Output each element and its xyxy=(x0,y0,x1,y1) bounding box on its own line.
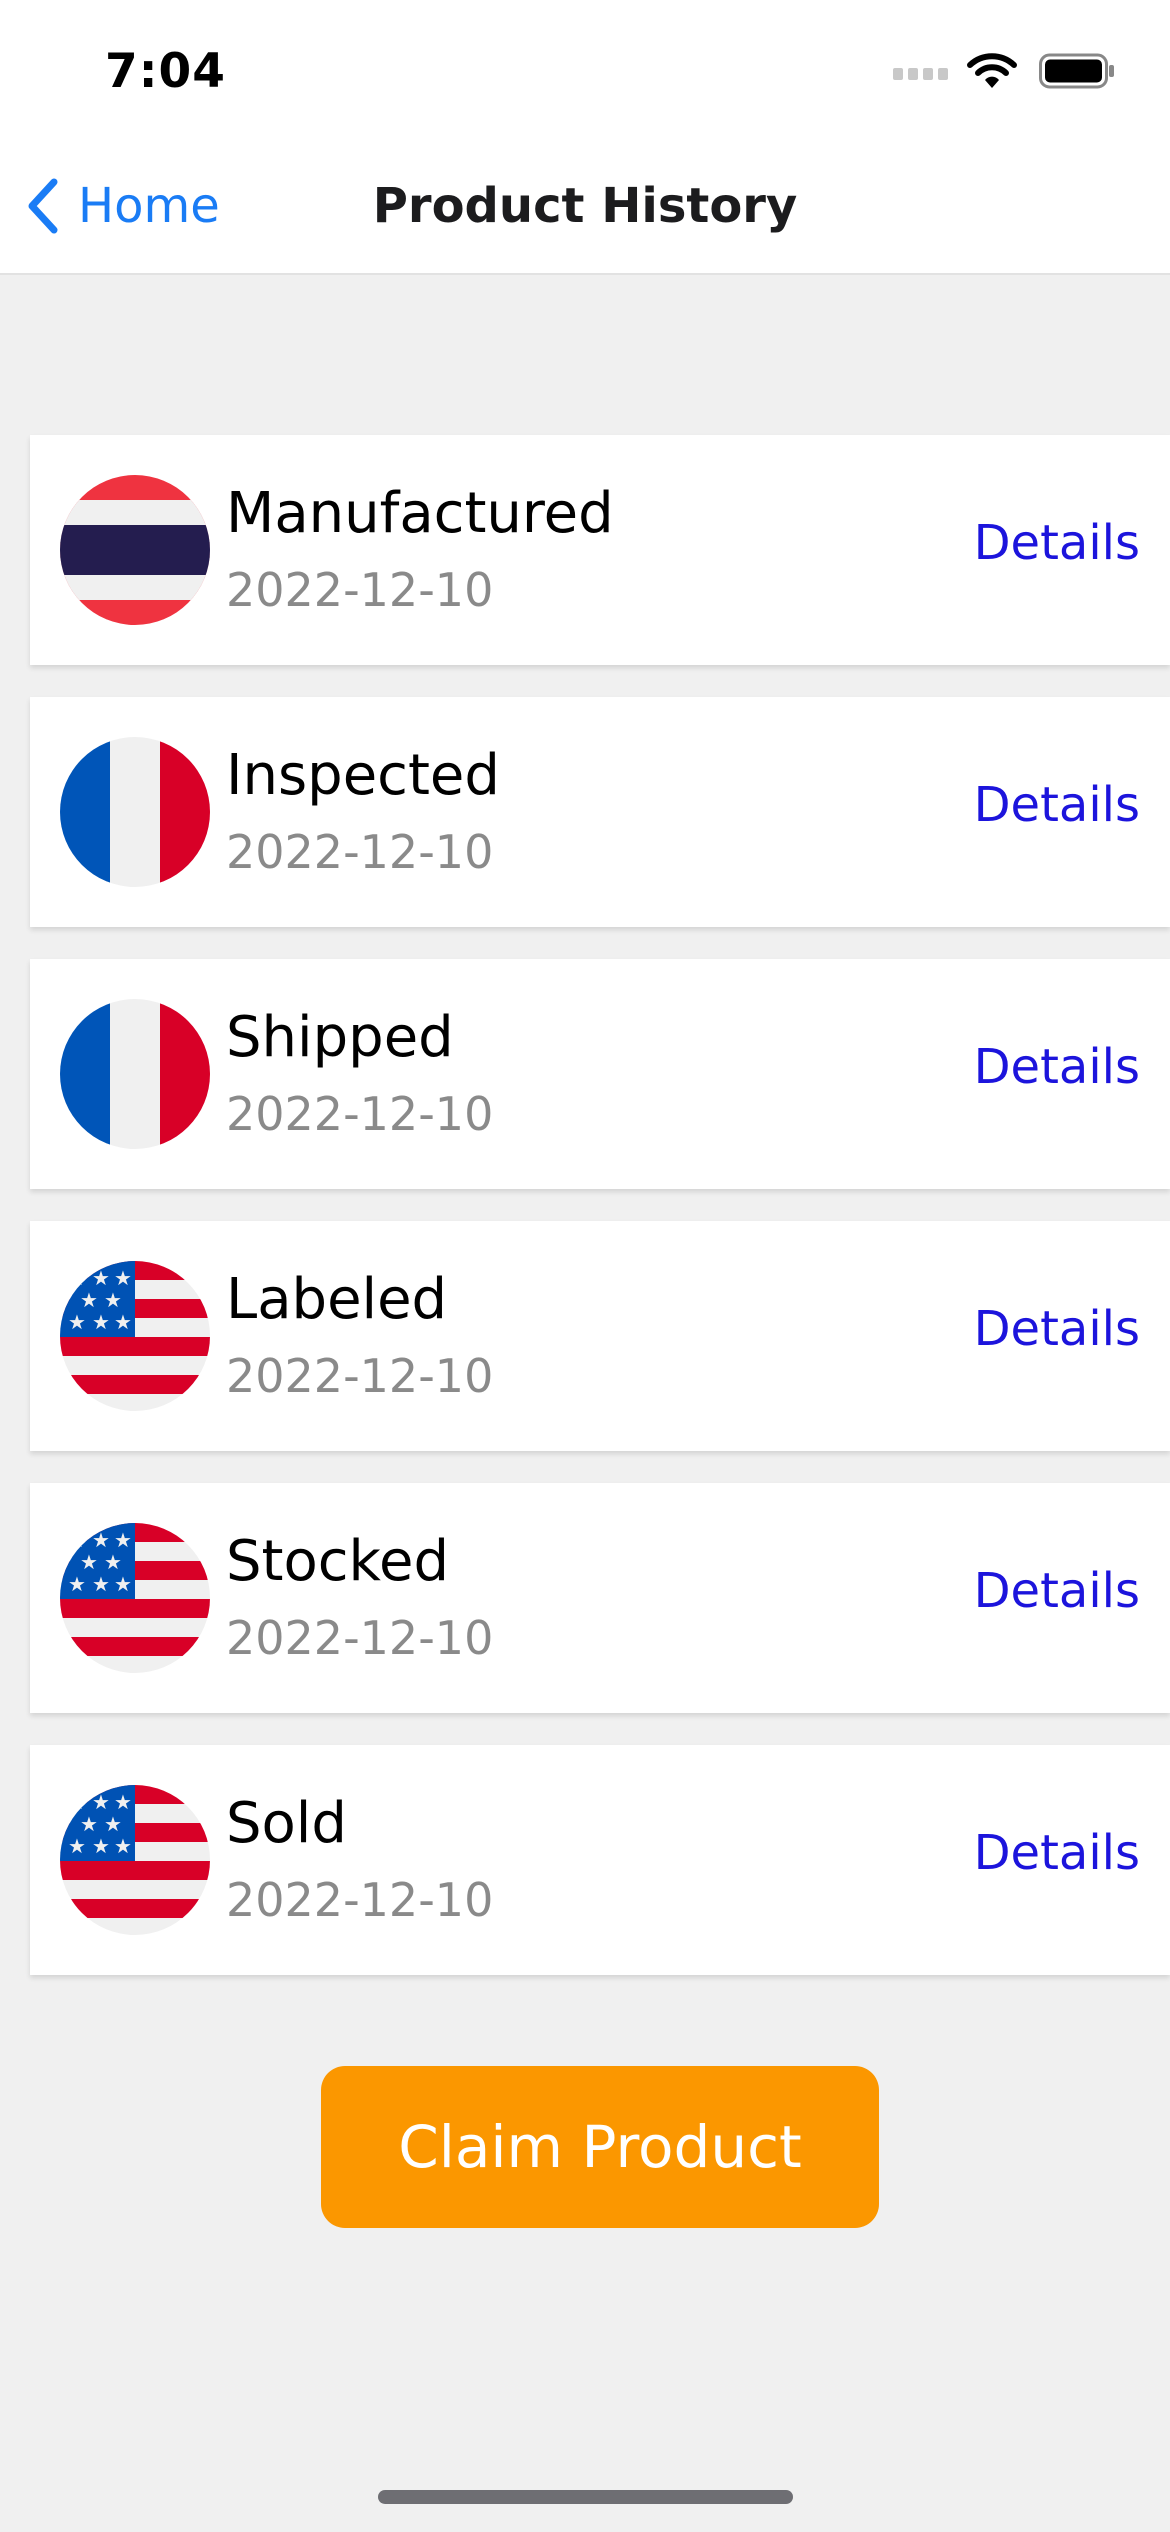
svg-text:★: ★ xyxy=(114,1834,132,1858)
details-button[interactable]: Details xyxy=(974,1301,1140,1357)
svg-text:★: ★ xyxy=(92,1834,110,1858)
product-history-list: Manufactured 2022-12-10 Details Inspecte… xyxy=(30,435,1170,2007)
usa-flag-icon: ★ ★ ★ ★ ★ ★ ★ ★ xyxy=(60,1261,210,1411)
history-date: 2022-12-10 xyxy=(226,563,494,617)
history-row: Shipped 2022-12-10 Details xyxy=(30,959,1170,1189)
france-flag-icon xyxy=(60,737,210,887)
svg-text:★: ★ xyxy=(104,1812,122,1836)
svg-text:★: ★ xyxy=(80,1812,98,1836)
svg-text:★: ★ xyxy=(68,1790,86,1814)
history-status: Inspected xyxy=(226,743,500,808)
svg-text:★: ★ xyxy=(114,1790,132,1814)
history-status: Stocked xyxy=(226,1529,449,1594)
details-button[interactable]: Details xyxy=(974,515,1140,571)
history-status: Shipped xyxy=(226,1005,454,1070)
svg-text:★: ★ xyxy=(92,1572,110,1596)
svg-text:★: ★ xyxy=(68,1266,86,1290)
history-status: Sold xyxy=(226,1791,347,1856)
svg-text:★: ★ xyxy=(68,1528,86,1552)
svg-text:★: ★ xyxy=(80,1288,98,1312)
details-button[interactable]: Details xyxy=(974,1563,1140,1619)
history-row: Inspected 2022-12-10 Details xyxy=(30,697,1170,927)
details-button[interactable]: Details xyxy=(974,1825,1140,1881)
history-date: 2022-12-10 xyxy=(226,1349,494,1403)
svg-text:★: ★ xyxy=(114,1310,132,1334)
history-row: ★ ★ ★ ★ ★ ★ ★ ★ Sold 2022-12-10 Details xyxy=(30,1745,1170,1975)
history-row: ★ ★ ★ ★ ★ ★ ★ ★ Stocked 2022-12-10 Details xyxy=(30,1483,1170,1713)
thailand-flag-icon xyxy=(60,475,210,625)
svg-text:★: ★ xyxy=(92,1790,110,1814)
svg-text:★: ★ xyxy=(68,1572,86,1596)
claim-product-button[interactable]: Claim Product xyxy=(321,2066,879,2228)
signal-icon xyxy=(893,68,948,80)
history-status: Labeled xyxy=(226,1267,448,1332)
status-bar: 7:04 xyxy=(0,0,1170,140)
svg-text:★: ★ xyxy=(114,1528,132,1552)
svg-text:★: ★ xyxy=(68,1834,86,1858)
svg-text:★: ★ xyxy=(104,1550,122,1574)
home-indicator[interactable] xyxy=(378,2490,793,2504)
details-button[interactable]: Details xyxy=(974,777,1140,833)
usa-flag-icon: ★ ★ ★ ★ ★ ★ ★ ★ xyxy=(60,1523,210,1673)
navigation-bar: Home Product History xyxy=(0,140,1170,275)
status-icons xyxy=(893,52,1115,90)
page-title: Product History xyxy=(372,178,798,234)
history-date: 2022-12-10 xyxy=(226,1873,494,1927)
usa-flag-icon: ★ ★ ★ ★ ★ ★ ★ ★ xyxy=(60,1785,210,1935)
svg-text:★: ★ xyxy=(92,1528,110,1552)
history-status: Manufactured xyxy=(226,481,614,546)
svg-text:★: ★ xyxy=(104,1288,122,1312)
svg-text:★: ★ xyxy=(92,1310,110,1334)
wifi-icon xyxy=(967,53,1017,88)
history-date: 2022-12-10 xyxy=(226,1611,494,1665)
svg-text:★: ★ xyxy=(80,1550,98,1574)
history-row: ★ ★ ★ ★ ★ ★ ★ ★ Labeled 2022-12-10 Details xyxy=(30,1221,1170,1451)
svg-text:★: ★ xyxy=(68,1310,86,1334)
history-date: 2022-12-10 xyxy=(226,825,494,879)
svg-text:★: ★ xyxy=(114,1266,132,1290)
svg-text:★: ★ xyxy=(114,1572,132,1596)
history-row: Manufactured 2022-12-10 Details xyxy=(30,435,1170,665)
history-date: 2022-12-10 xyxy=(226,1087,494,1141)
status-time: 7:04 xyxy=(105,44,226,99)
battery-icon xyxy=(1039,53,1114,89)
details-button[interactable]: Details xyxy=(974,1039,1140,1095)
france-flag-icon xyxy=(60,999,210,1149)
svg-text:★: ★ xyxy=(92,1266,110,1290)
